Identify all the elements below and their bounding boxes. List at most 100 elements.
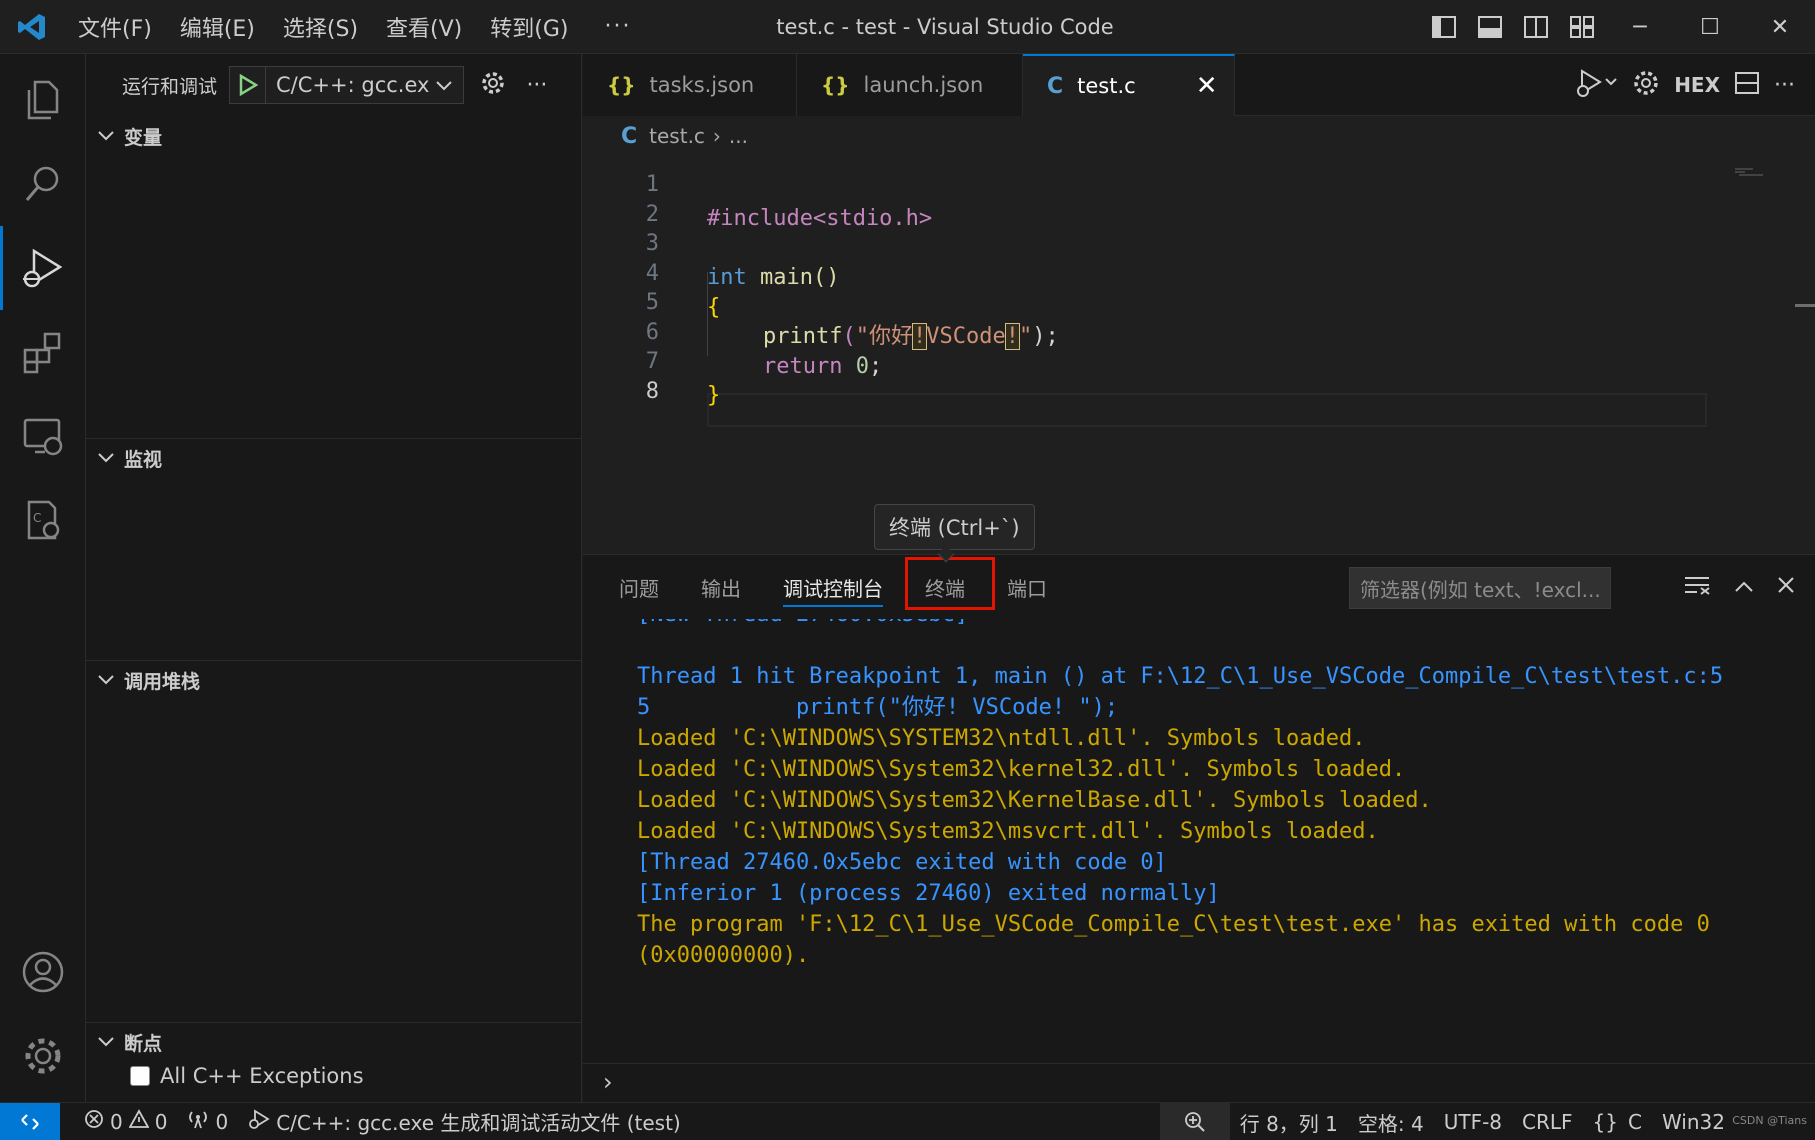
remote-indicator-icon[interactable] [0, 1102, 60, 1140]
toggle-panel-icon[interactable] [1467, 0, 1513, 54]
menu-file[interactable]: 文件(F) [64, 0, 166, 54]
variables-section-title: 变量 [124, 126, 163, 149]
tab-tasks-json[interactable]: {} tasks.json [583, 54, 797, 116]
start-debugging-icon[interactable] [230, 67, 267, 103]
sidebar-more-icon[interactable]: ··· [526, 73, 547, 98]
terminal-tooltip: 终端 (Ctrl+`) [874, 504, 1035, 550]
run-and-debug-icon[interactable] [0, 226, 86, 310]
cursor-position[interactable]: 行 8，列 1 [1230, 1103, 1348, 1140]
menu-view[interactable]: 查看(V) [372, 0, 476, 54]
end-of-line[interactable]: CRLF [1512, 1103, 1583, 1140]
breakpoint-label: All C++ Exceptions [160, 1064, 364, 1088]
chevron-down-icon [98, 131, 114, 141]
status-bar: 0 0 0 C/C++: gcc.exe 生成和调试活动文件 (test) 行 … [0, 1102, 1815, 1140]
tab-label: launch.json [863, 73, 984, 97]
editor-actions: HEX ··· [1574, 54, 1795, 116]
debug-alt-icon [248, 1109, 270, 1134]
maximize-panel-icon[interactable] [1733, 575, 1755, 599]
tab-test-c[interactable]: C test.c ✕ [1023, 54, 1235, 116]
close-panel-icon[interactable] [1777, 575, 1795, 599]
bottom-panel: 问题 输出 调试控制台 终端 端口 筛选器(例如 text、!excl... [… [583, 554, 1815, 1102]
debug-config-dropdown[interactable]: C/C++: gcc.ex [229, 66, 465, 104]
watch-section-header[interactable]: 监视 [86, 438, 582, 478]
accounts-icon[interactable] [0, 930, 86, 1014]
zoom-icon[interactable] [1159, 1103, 1230, 1140]
manage-gear-icon[interactable] [0, 1014, 86, 1098]
ports-status[interactable]: 0 [177, 1103, 238, 1140]
close-window-button[interactable]: ✕ [1745, 0, 1815, 54]
chevron-down-icon [98, 453, 114, 463]
editor-more-icon[interactable]: ··· [1774, 73, 1795, 98]
launch-config-label: C/C++: gcc.exe 生成和调试活动文件 (test) [276, 1111, 681, 1135]
cmake-icon[interactable]: C [0, 478, 86, 562]
window-title: test.c - test - Visual Studio Code [776, 15, 1114, 39]
json-file-icon: {} [821, 73, 850, 97]
run-debug-sidebar: 运行和调试 C/C++: gcc.ex ··· 变量 监视 调用堆栈 断点 Al… [86, 54, 582, 1102]
code-editor[interactable]: C test.c › ... 1 #include<stdio.h> 2 3 i… [583, 116, 1815, 554]
tab-output[interactable]: 输出 [701, 555, 761, 619]
language-label: C [1628, 1110, 1642, 1134]
watch-section-title: 监视 [124, 448, 163, 471]
toggle-secondary-sidebar-icon[interactable] [1513, 0, 1559, 54]
code-line: 8 [583, 341, 1783, 404]
debug-console-input[interactable]: › [583, 1063, 1815, 1103]
sidebar-title: 运行和调试 [122, 75, 218, 98]
indentation[interactable]: 空格: 4 [1348, 1103, 1434, 1140]
tab-launch-json[interactable]: {} launch.json [797, 54, 1023, 116]
menu-edit[interactable]: 编辑(E) [166, 0, 269, 54]
settings-gear-icon[interactable] [1632, 69, 1660, 102]
variables-section-header[interactable]: 变量 [86, 116, 582, 156]
problems-status[interactable]: 0 0 [74, 1103, 177, 1140]
brace: } [707, 383, 721, 408]
panel-tabs: 问题 输出 调试控制台 终端 端口 筛选器(例如 text、!excl... [583, 555, 1815, 619]
chevron-down-icon [98, 675, 114, 685]
ports-count: 0 [215, 1109, 229, 1134]
extensions-icon[interactable] [0, 310, 86, 394]
menu-go[interactable]: 转到(G) [476, 0, 582, 54]
explorer-icon[interactable] [0, 58, 86, 142]
indent-guide [707, 272, 708, 356]
tab-debug-console[interactable]: 调试控制台 [783, 555, 903, 619]
breakpoints-section-title: 断点 [124, 1032, 163, 1055]
search-icon[interactable] [0, 142, 86, 226]
encoding[interactable]: UTF-8 [1434, 1103, 1512, 1140]
terminal-tab-highlight-box [905, 557, 995, 610]
console-prompt-icon: › [603, 1068, 613, 1096]
callstack-section-header[interactable]: 调用堆栈 [86, 660, 582, 700]
open-launch-json-gear-icon[interactable] [480, 70, 506, 101]
c-file-icon: C [1047, 73, 1064, 99]
warning-icon [128, 1109, 150, 1134]
word-wrap-icon[interactable] [1683, 574, 1711, 601]
code-line: 7 } [583, 311, 1783, 408]
breakpoints-section-header[interactable]: 断点 [86, 1022, 582, 1062]
hex-editor-button[interactable]: HEX [1674, 73, 1720, 97]
debug-config-label: C/C++: gcc.ex [276, 73, 430, 97]
maximize-button[interactable]: ☐ [1675, 0, 1745, 54]
minimize-button[interactable]: ─ [1605, 0, 1675, 54]
console-filter-input[interactable]: 筛选器(例如 text、!excl... [1349, 567, 1611, 609]
line-number: 8 [645, 379, 659, 404]
code-line: 3 int main() [583, 193, 1783, 290]
svg-text:C: C [33, 511, 41, 525]
vscode-logo-icon [0, 0, 64, 54]
language-mode[interactable]: {} C [1583, 1103, 1652, 1140]
customize-layout-icon[interactable] [1559, 0, 1605, 54]
breakpoint-item[interactable]: All C++ Exceptions [130, 1064, 364, 1088]
braces-icon: {} [1592, 1110, 1618, 1134]
console-line: [New Thread 27460.0x5ebc] [637, 619, 968, 633]
activity-bar: C [0, 54, 86, 1102]
watermark: CSDN @Tians [1732, 1114, 1807, 1127]
toggle-primary-sidebar-icon[interactable] [1421, 0, 1467, 54]
split-editor-icon[interactable] [1734, 71, 1760, 100]
tab-ports[interactable]: 端口 [1007, 555, 1067, 619]
chevron-down-icon [98, 1037, 114, 1047]
run-debug-dropdown-icon[interactable] [1574, 68, 1618, 103]
remote-explorer-icon[interactable] [0, 394, 86, 478]
launch-config-status[interactable]: C/C++: gcc.exe 生成和调试活动文件 (test) [238, 1103, 691, 1140]
menu-selection[interactable]: 选择(S) [269, 0, 372, 54]
close-tab-icon[interactable]: ✕ [1196, 71, 1218, 101]
breakpoint-checkbox[interactable] [130, 1066, 150, 1086]
tab-problems[interactable]: 问题 [619, 555, 679, 619]
error-icon [84, 1109, 104, 1134]
current-line-highlight [707, 393, 1707, 427]
